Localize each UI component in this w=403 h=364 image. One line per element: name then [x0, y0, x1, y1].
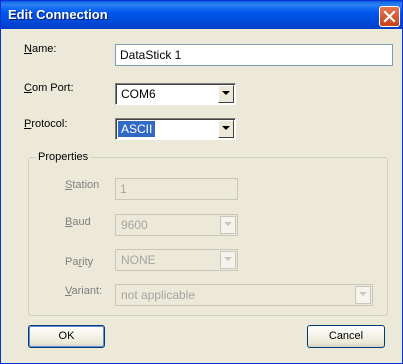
com-port-dropdown[interactable]: COM6 — [115, 83, 236, 105]
chevron-down-icon — [224, 257, 232, 261]
protocol-value: ASCII — [116, 120, 157, 138]
station-label: Station — [65, 179, 100, 191]
baud-label: Baud — [65, 216, 91, 228]
cancel-button[interactable]: Cancel — [307, 325, 385, 348]
name-label: Name: — [24, 43, 57, 55]
ok-button[interactable]: OK — [28, 325, 105, 348]
protocol-dropdown-arrow[interactable] — [218, 120, 234, 138]
chevron-down-icon — [359, 292, 367, 296]
com-port-label: Com Port: — [24, 82, 74, 94]
variant-dropdown-arrow[interactable] — [355, 286, 371, 304]
chevron-down-icon — [222, 126, 230, 130]
title-bar[interactable]: Edit Connection — [1, 1, 402, 29]
parity-dropdown-arrow[interactable] — [220, 251, 236, 269]
name-input[interactable]: DataStick 1 — [115, 44, 393, 66]
close-button[interactable] — [379, 6, 400, 27]
variant-label: Variant: — [65, 285, 103, 297]
chevron-down-icon — [222, 91, 230, 95]
parity-dropdown[interactable]: NONE — [115, 249, 238, 271]
com-port-dropdown-arrow[interactable] — [218, 85, 234, 103]
protocol-dropdown[interactable]: ASCII — [115, 118, 236, 140]
close-icon — [383, 10, 396, 23]
parity-value: NONE — [121, 253, 156, 267]
baud-value: 9600 — [121, 218, 148, 232]
com-port-value: COM6 — [121, 87, 156, 101]
properties-group-title: Properties — [36, 151, 91, 163]
chevron-down-icon — [224, 222, 232, 226]
baud-dropdown-arrow[interactable] — [220, 216, 236, 234]
window-title: Edit Connection — [8, 7, 108, 22]
variant-value: not applicable — [121, 288, 196, 302]
edit-connection-dialog: Edit Connection Name: DataStick 1 Com Po… — [0, 0, 403, 364]
parity-label: Parity — [65, 256, 94, 268]
station-input[interactable]: 1 — [115, 178, 238, 200]
protocol-label: Protocol: — [24, 118, 68, 130]
variant-dropdown[interactable]: not applicable — [115, 284, 373, 306]
baud-dropdown[interactable]: 9600 — [115, 214, 238, 236]
